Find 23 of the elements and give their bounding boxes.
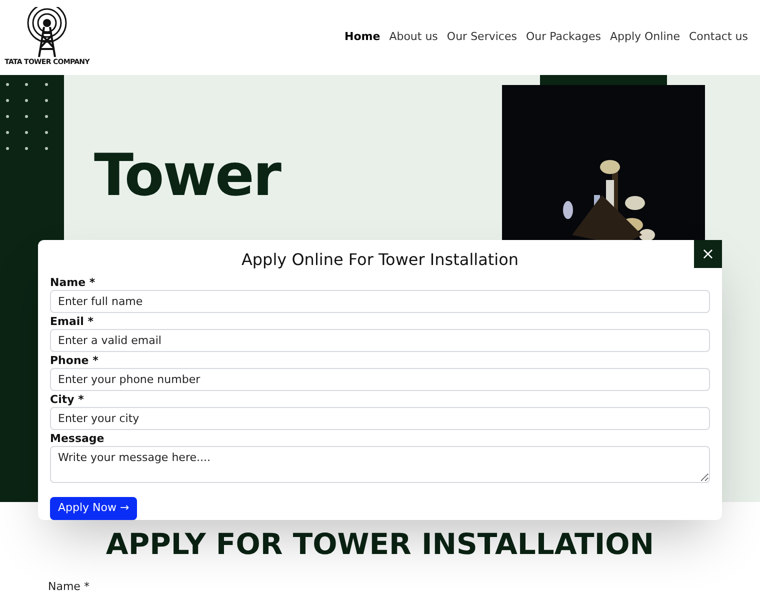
tower-icon [26, 7, 68, 58]
input-field[interactable]: Enter full name [50, 290, 710, 313]
close-button[interactable]: × [694, 240, 722, 268]
message-field[interactable]: Write your message here.... [50, 446, 710, 483]
field-label: City * [50, 393, 85, 407]
nav-link[interactable]: Contact us [689, 29, 748, 46]
input-field[interactable]: Enter a valid email [50, 329, 710, 352]
input-field[interactable]: Enter your city [50, 407, 710, 430]
hero-title: Tower [94, 147, 280, 203]
nav-link[interactable]: Our Services [446, 29, 517, 46]
field-label: Name * [48, 579, 90, 595]
nav-link[interactable]: Apply Online [610, 29, 680, 46]
input-field[interactable]: Enter your phone number [50, 368, 710, 391]
nav-link[interactable]: Our Packages [526, 29, 601, 46]
nav-link[interactable]: About us [389, 29, 438, 46]
nav-link[interactable]: Home [344, 29, 380, 46]
field-label: Email * [50, 315, 95, 329]
modal-title: Apply Online For Tower Installation [241, 250, 519, 270]
field-label: Phone * [50, 354, 100, 368]
field-label: Message [50, 432, 106, 446]
field-label: Name * [50, 276, 96, 290]
apply-now-button[interactable]: Apply Now → [50, 497, 138, 520]
section-heading: APPLY FOR TOWER INSTALLATION [104, 530, 656, 559]
